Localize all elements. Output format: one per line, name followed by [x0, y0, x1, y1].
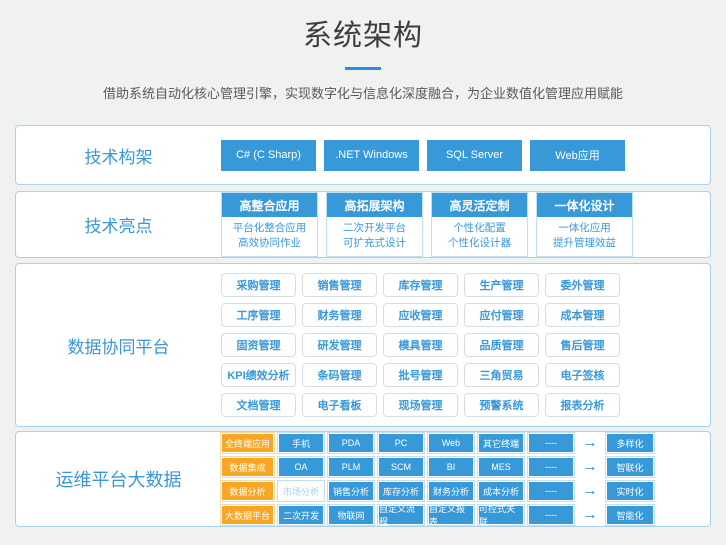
module-button[interactable]: 生产管理: [464, 273, 539, 297]
highlight-card: 一体化设计 一体化应用 提升管理效益: [536, 192, 633, 257]
arrow-right-icon: →: [578, 505, 602, 525]
section-ops-bigdata: 运维平台大数据 全终端应用 手机 PDA PC Web 其它终端 ---- → …: [15, 431, 711, 527]
module-button[interactable]: 成本管理: [545, 303, 620, 327]
module-button[interactable]: 条码管理: [302, 363, 377, 387]
ops-row-integration: 数据集成 OA PLM SCM BI MES ---- → 智联化: [221, 457, 654, 477]
ops-result: 智能化: [606, 505, 654, 525]
ops-category: 全终端应用: [221, 433, 274, 453]
ops-chip: 自定义报表: [428, 505, 474, 525]
arrow-right-icon: →: [578, 433, 602, 453]
highlight-card-line: 个性化配置: [432, 221, 527, 236]
page-subtitle: 借助系统自动化核心管理引擎，实现数字化与信息化深度融合，为企业数值化管理应用赋能: [0, 83, 726, 102]
ops-chip: 可控式关联: [478, 505, 524, 525]
module-button[interactable]: 采购管理: [221, 273, 296, 297]
ops-category: 数据分析: [221, 481, 274, 501]
module-button[interactable]: 报表分析: [545, 393, 620, 417]
tech-item-csharp[interactable]: C# (C Sharp): [221, 140, 316, 171]
module-button[interactable]: 固资管理: [221, 333, 296, 357]
module-button[interactable]: 应付管理: [464, 303, 539, 327]
ops-chip: 财务分析: [428, 481, 474, 501]
ops-chip: 市场分析: [278, 481, 324, 501]
ops-chip-ellipsis: ----: [528, 505, 574, 525]
highlight-card-title: 高灵活定制: [432, 193, 527, 217]
ops-chip: OA: [278, 457, 324, 477]
module-button[interactable]: 应收管理: [383, 303, 458, 327]
ops-chip: PC: [378, 433, 424, 453]
ops-chip: 手机: [278, 433, 324, 453]
highlight-card: 高整合应用 平台化整合应用 高效协同作业: [221, 192, 318, 257]
ops-category: 数据集成: [221, 457, 274, 477]
ops-chip-ellipsis: ----: [528, 457, 574, 477]
tech-item-dotnet[interactable]: .NET Windows: [324, 140, 419, 171]
section-label-tech-framework: 技术构架: [16, 143, 221, 168]
ops-chip: PDA: [328, 433, 374, 453]
title-underline: [345, 67, 381, 70]
page-header: 系统架构 借助系统自动化核心管理引擎，实现数字化与信息化深度融合，为企业数值化管…: [0, 0, 726, 102]
ops-chip: PLM: [328, 457, 374, 477]
module-button[interactable]: 电子签核: [545, 363, 620, 387]
module-button[interactable]: 研发管理: [302, 333, 377, 357]
highlight-card-title: 高整合应用: [222, 193, 317, 217]
module-button[interactable]: 电子看板: [302, 393, 377, 417]
highlight-card-line: 高效协同作业: [222, 236, 317, 251]
module-button[interactable]: 文档管理: [221, 393, 296, 417]
ops-category: 大数据平台: [221, 505, 274, 525]
module-button[interactable]: 三角贸易: [464, 363, 539, 387]
highlight-card-line: 平台化整合应用: [222, 221, 317, 236]
tech-item-web[interactable]: Web应用: [530, 140, 625, 171]
arrow-right-icon: →: [578, 481, 602, 501]
ops-row-platform: 大数据平台 二次开发 物联网 自定义流程 自定义报表 可控式关联 ---- → …: [221, 505, 654, 525]
highlight-card-line: 一体化应用: [537, 221, 632, 236]
ops-chip-ellipsis: ----: [528, 481, 574, 501]
module-button[interactable]: 委外管理: [545, 273, 620, 297]
module-button[interactable]: 售后管理: [545, 333, 620, 357]
module-button[interactable]: 工序管理: [221, 303, 296, 327]
highlight-card-title: 一体化设计: [537, 193, 632, 217]
ops-chip: 自定义流程: [378, 505, 424, 525]
arrow-right-icon: →: [578, 457, 602, 477]
section-label-ops-bigdata: 运维平台大数据: [16, 466, 221, 492]
section-label-data-platform: 数据协同平台: [16, 333, 221, 358]
module-button[interactable]: 销售管理: [302, 273, 377, 297]
module-button[interactable]: 财务管理: [302, 303, 377, 327]
ops-result: 多样化: [606, 433, 654, 453]
ops-chip-ellipsis: ----: [528, 433, 574, 453]
ops-chip: 物联网: [328, 505, 374, 525]
ops-chip: Web: [428, 433, 474, 453]
highlight-card-title: 高拓展架构: [327, 193, 422, 217]
ops-result: 实时化: [606, 481, 654, 501]
highlight-card: 高拓展架构 二次开发平台 可扩充式设计: [326, 192, 423, 257]
module-button[interactable]: 品质管理: [464, 333, 539, 357]
ops-chip: 其它终端: [478, 433, 524, 453]
section-data-platform: 数据协同平台 采购管理 销售管理 库存管理 生产管理 委外管理 工序管理 财务管…: [15, 263, 711, 427]
ops-chip: BI: [428, 457, 474, 477]
module-button[interactable]: 模具管理: [383, 333, 458, 357]
section-tech-framework: 技术构架 C# (C Sharp) .NET Windows SQL Serve…: [15, 125, 711, 185]
ops-chip: 成本分析: [478, 481, 524, 501]
section-tech-highlights: 技术亮点 高整合应用 平台化整合应用 高效协同作业 高拓展架构 二次开发平台 可…: [15, 191, 711, 258]
ops-chip: 库存分析: [378, 481, 424, 501]
section-label-tech-highlights: 技术亮点: [16, 212, 221, 237]
tech-item-sqlserver[interactable]: SQL Server: [427, 140, 522, 171]
module-button[interactable]: 批号管理: [383, 363, 458, 387]
ops-chip: SCM: [378, 457, 424, 477]
module-button[interactable]: 现场管理: [383, 393, 458, 417]
highlight-card-line: 提升管理效益: [537, 236, 632, 251]
highlight-card: 高灵活定制 个性化配置 个性化设计器: [431, 192, 528, 257]
highlight-card-line: 可扩充式设计: [327, 236, 422, 251]
highlight-card-line: 个性化设计器: [432, 236, 527, 251]
ops-row-terminals: 全终端应用 手机 PDA PC Web 其它终端 ---- → 多样化: [221, 433, 654, 453]
module-button[interactable]: 预警系统: [464, 393, 539, 417]
page-title: 系统架构: [0, 12, 726, 54]
ops-row-analysis: 数据分析 市场分析 销售分析 库存分析 财务分析 成本分析 ---- → 实时化: [221, 481, 654, 501]
module-button[interactable]: KPI绩效分析: [221, 363, 296, 387]
highlight-card-line: 二次开发平台: [327, 221, 422, 236]
module-button[interactable]: 库存管理: [383, 273, 458, 297]
ops-chip: 二次开发: [278, 505, 324, 525]
ops-chip: 销售分析: [328, 481, 374, 501]
ops-result: 智联化: [606, 457, 654, 477]
ops-chip: MES: [478, 457, 524, 477]
